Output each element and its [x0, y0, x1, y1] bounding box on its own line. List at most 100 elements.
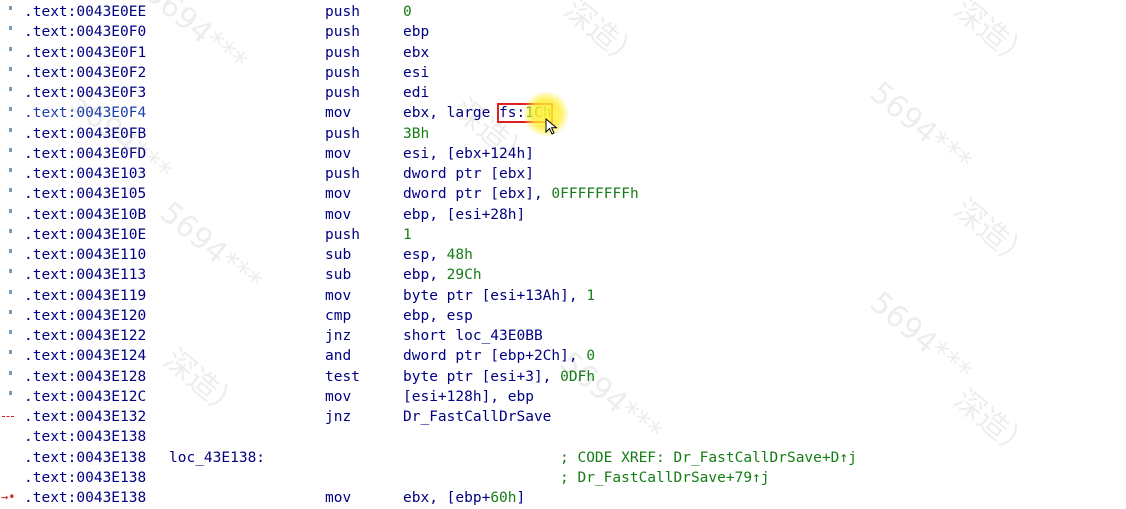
breakpoint-dot-icon[interactable]	[9, 87, 12, 91]
address[interactable]: .text:0043E10E	[24, 225, 146, 245]
listing-row[interactable]: .text:0043E124 and dword ptr [ebp+2Ch], 0	[0, 346, 1126, 366]
code-label[interactable]: loc_43E138:	[169, 448, 265, 468]
mnemonic[interactable]: jnz	[325, 407, 351, 427]
listing-row[interactable]: .text:0043E120 cmp ebp, esp	[0, 306, 1126, 326]
mnemonic[interactable]: mov	[325, 488, 351, 508]
listing-row[interactable]: .text:0043E128 test byte ptr [esi+3], 0DFh	[0, 367, 1126, 387]
operand-text[interactable]: esi, [ebx+124h]	[403, 146, 534, 162]
mnemonic[interactable]: push	[325, 2, 360, 22]
operands[interactable]: ebp, 29Ch	[403, 265, 482, 285]
operands[interactable]: ebp, esp	[403, 306, 473, 326]
operands[interactable]: ebp, [esi+28h]	[403, 205, 525, 225]
address[interactable]: .text:0043E10B	[24, 205, 146, 225]
operand-number[interactable]: 29Ch	[447, 267, 482, 283]
operands[interactable]: 3Bh	[403, 124, 429, 144]
operand-text[interactable]: ebx, [ebp+	[403, 490, 490, 506]
mnemonic[interactable]: push	[325, 22, 360, 42]
mnemonic[interactable]: test	[325, 367, 360, 387]
mnemonic[interactable]: push	[325, 83, 360, 103]
operands[interactable]: ebx	[403, 43, 429, 63]
listing-row[interactable]: .text:0043E0EE push 0	[0, 2, 1126, 22]
operand-text[interactable]: ebp, [esi+28h]	[403, 207, 525, 223]
operand-number[interactable]: 0	[403, 4, 412, 20]
operands[interactable]: esi, [ebx+124h]	[403, 144, 534, 164]
address[interactable]: .text:0043E0F0	[24, 22, 146, 42]
address[interactable]: .text:0043E113	[24, 265, 146, 285]
breakpoint-dot-icon[interactable]	[9, 330, 12, 334]
operands[interactable]: ebx, [ebp+60h]	[403, 488, 525, 508]
breakpoint-dot-icon[interactable]	[9, 66, 12, 71]
operand-text[interactable]: short loc_43E0BB	[403, 328, 543, 344]
address[interactable]: .text:0043E128	[24, 367, 146, 387]
listing-row[interactable]: .text:0043E138	[0, 427, 1126, 447]
operands[interactable]: [esi+128h], ebp	[403, 387, 534, 407]
operand-number[interactable]: 60h	[490, 490, 516, 506]
address[interactable]: .text:0043E0F1	[24, 43, 146, 63]
operands[interactable]: dword ptr [ebp+2Ch], 0	[403, 346, 595, 366]
address[interactable]: .text:0043E132	[24, 407, 146, 427]
listing-row[interactable]: .text:0043E0F1 push ebx	[0, 43, 1126, 63]
listing-row[interactable]: .text:0043E138 loc_43E138: ; CODE XREF: Dr…	[0, 448, 1126, 468]
mnemonic[interactable]: push	[325, 164, 360, 184]
operands[interactable]: byte ptr [esi+13Ah], 1	[403, 286, 595, 306]
mnemonic[interactable]: push	[325, 43, 360, 63]
listing-row[interactable]: .text:0043E10B mov ebp, [esi+28h]	[0, 205, 1126, 225]
mnemonic[interactable]: mov	[325, 184, 351, 204]
operand-number[interactable]: 3Bh	[403, 126, 429, 142]
address[interactable]: .text:0043E0FB	[24, 124, 146, 144]
address[interactable]: .text:0043E105	[24, 184, 146, 204]
listing-row[interactable]: .text:0043E10E push 1	[0, 225, 1126, 245]
listing-row[interactable]: .text:0043E138 ; Dr_FastCallDrSave+79↑j	[0, 468, 1126, 488]
breakpoint-dot-icon[interactable]	[9, 107, 12, 112]
operands[interactable]: Dr_FastCallDrSave	[403, 407, 551, 427]
address[interactable]: .text:0043E122	[24, 326, 146, 346]
mnemonic[interactable]: mov	[325, 103, 351, 123]
operands[interactable]: byte ptr [esi+3], 0DFh	[403, 367, 595, 387]
operands[interactable]: esp, 48h	[403, 245, 473, 265]
mnemonic[interactable]: push	[325, 124, 360, 144]
listing-row[interactable]: .text:0043E122 jnz short loc_43E0BB	[0, 326, 1126, 346]
mnemonic[interactable]: jnz	[325, 326, 351, 346]
address[interactable]: .text:0043E0F4	[24, 103, 146, 123]
address[interactable]: .text:0043E0F2	[24, 63, 146, 83]
listing-row[interactable]: .text:0043E110 sub esp, 48h	[0, 245, 1126, 265]
mnemonic[interactable]: cmp	[325, 306, 351, 326]
operand-number[interactable]: 1	[403, 227, 412, 243]
address[interactable]: .text:0043E0EE	[24, 2, 146, 22]
operands[interactable]: ebp	[403, 22, 429, 42]
address[interactable]: .text:0043E138	[24, 427, 146, 447]
operand-text[interactable]: Dr_FastCallDrSave	[403, 409, 551, 425]
breakpoint-dot-icon[interactable]	[9, 6, 12, 10]
listing-row[interactable]: .text:0043E105 mov dword ptr [ebx], 0FFFFF…	[0, 184, 1126, 204]
mnemonic[interactable]: sub	[325, 245, 351, 265]
breakpoint-dot-icon[interactable]	[9, 147, 12, 152]
listing-row[interactable]: .text:0043E132 jnz Dr_FastCallDrSave	[0, 407, 1126, 427]
operand-number[interactable]: 1	[586, 288, 595, 304]
address[interactable]: .text:0043E103	[24, 164, 146, 184]
address[interactable]: .text:0043E138	[24, 488, 146, 508]
mnemonic[interactable]: push	[325, 225, 360, 245]
operand-text[interactable]: ebp, esp	[403, 308, 473, 324]
operand-text[interactable]: ]	[517, 490, 526, 506]
breakpoint-dot-icon[interactable]	[9, 350, 12, 355]
address[interactable]: .text:0043E138	[24, 448, 146, 468]
mnemonic[interactable]: mov	[325, 387, 351, 407]
breakpoint-dot-icon[interactable]	[9, 228, 12, 233]
operands[interactable]: dword ptr [ebx]	[403, 164, 534, 184]
address[interactable]: .text:0043E124	[24, 346, 146, 366]
breakpoint-dot-icon[interactable]	[9, 289, 12, 294]
operand-text[interactable]: dword ptr [ebx]	[403, 166, 534, 182]
listing-row[interactable]: →• .text:0043E138 mov ebx, [ebp+60h]	[0, 488, 1126, 508]
operand-text[interactable]: esp,	[403, 247, 447, 263]
operand-text[interactable]: edi	[403, 85, 429, 101]
listing-row[interactable]: .text:0043E0F0 push ebp	[0, 22, 1126, 42]
listing-row[interactable]: .text:0043E119 mov byte ptr [esi+13Ah], 1	[0, 286, 1126, 306]
address[interactable]: .text:0043E120	[24, 306, 146, 326]
operand-text[interactable]: esi	[403, 65, 429, 81]
mnemonic[interactable]: mov	[325, 205, 351, 225]
operand-number[interactable]: 0	[586, 348, 595, 364]
listing-row[interactable]: .text:0043E103 push dword ptr [ebx]	[0, 164, 1126, 184]
breakpoint-dot-icon[interactable]	[9, 249, 12, 253]
operand-text[interactable]: byte ptr [esi+3],	[403, 369, 560, 385]
operand-text[interactable]: ebp,	[403, 267, 447, 283]
